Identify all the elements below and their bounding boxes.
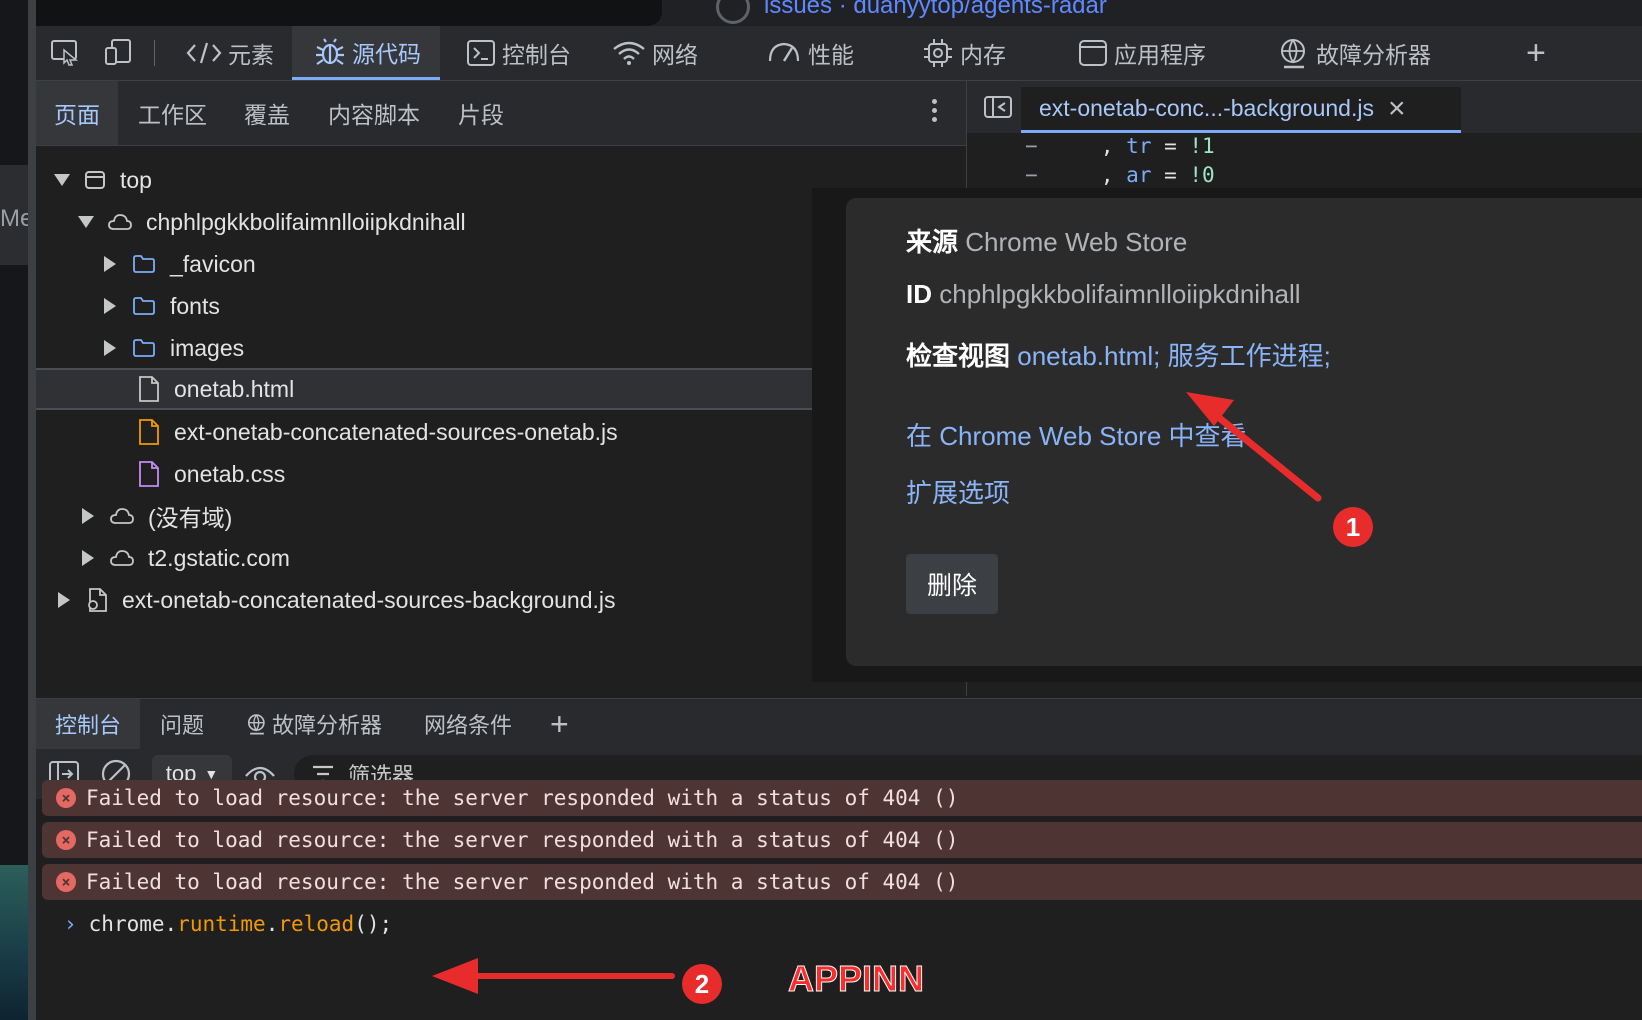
annotation-badge-1: 1 <box>1333 507 1373 547</box>
annotation-arrows <box>432 392 1322 994</box>
appinn-watermark: APPINN <box>787 958 925 1000</box>
arrow-1-shaft <box>1208 408 1322 502</box>
arrow-2-head <box>432 958 478 994</box>
annotation-badge-2: 2 <box>682 964 722 1004</box>
